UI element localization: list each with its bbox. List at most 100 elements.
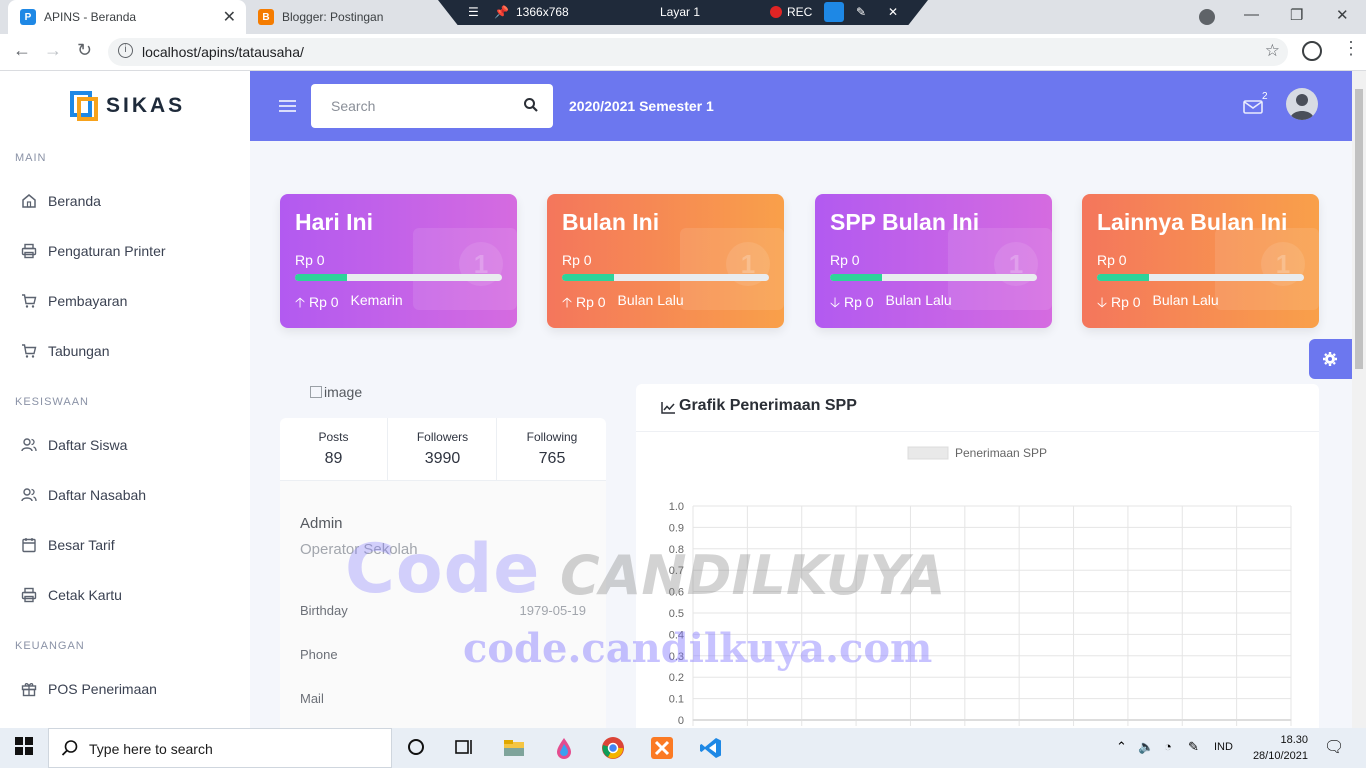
task-view-icon[interactable]: [453, 736, 477, 760]
tab-apins[interactable]: P APINS - Beranda ✕: [8, 0, 246, 34]
system-clock[interactable]: 18.30 28/10/2021: [1248, 732, 1308, 764]
section-label-keuangan: KEUANGAN: [15, 640, 85, 652]
stat-card-hari-ini: 1 Hari Ini Rp 0 🡡 Rp 0 Kemarin: [280, 194, 517, 328]
apins-favicon: P: [20, 9, 36, 25]
settings-floating-button[interactable]: [1309, 339, 1352, 379]
section-label-kesiswaan: KESISWAAN: [15, 396, 89, 408]
hamburger-menu-icon[interactable]: [279, 100, 296, 112]
wifi-icon[interactable]: ◔: [1164, 739, 1172, 754]
profile-name: Admin: [300, 515, 343, 532]
close-tab-icon[interactable]: ✕: [223, 7, 236, 27]
taskbar-search-box[interactable]: Type here to search: [48, 728, 392, 768]
sidebar-item-label: Beranda: [48, 193, 101, 209]
printer-icon: [19, 587, 39, 603]
sidebar-item-pembayaran[interactable]: Pembayaran: [0, 281, 250, 321]
windows-start-icon[interactable]: [14, 736, 38, 760]
recorder-layer[interactable]: Layar 1: [660, 5, 700, 19]
progress-fill: [295, 274, 347, 281]
card-delta: Rp 0: [1110, 294, 1141, 310]
progress-bar: [1097, 274, 1304, 281]
card-period: Bulan Lalu: [1152, 292, 1219, 308]
taskbar-search-placeholder: Type here to search: [89, 741, 213, 757]
users-icon: [19, 487, 39, 503]
field-label-mail: Mail: [300, 691, 324, 706]
progress-bar: [295, 274, 502, 281]
recorder-settings-icon[interactable]: [824, 2, 844, 22]
profile-menu-icon[interactable]: [1199, 9, 1215, 25]
file-explorer-icon[interactable]: [502, 736, 526, 760]
legend-label: Penerimaan SPP: [955, 446, 1047, 460]
card-title: Lainnya Bulan Ini: [1097, 209, 1288, 235]
restore-icon[interactable]: ❐: [1290, 6, 1303, 24]
record-button[interactable]: REC: [787, 5, 812, 19]
browser-menu-icon[interactable]: ⋮: [1342, 38, 1360, 59]
profile-stat-followers: Followers 3990: [389, 418, 497, 480]
search-box: [311, 84, 553, 128]
data-point: [1018, 719, 1020, 721]
menu-icon[interactable]: ☰: [468, 5, 479, 19]
page-scrollbar[interactable]: [1352, 71, 1366, 728]
stat-card-bulan-ini: 1 Bulan Ini Rp 0 🡡 Rp 0 Bulan Lalu: [547, 194, 784, 328]
sidebar-item-daftar-nasabah[interactable]: Daftar Nasabah: [0, 475, 250, 515]
search-input[interactable]: [311, 84, 511, 128]
screen-recorder-toolbar: ☰ 📌 1366x768 Layar 1 REC ✎ ✕: [438, 0, 928, 25]
close-window-icon[interactable]: ✕: [1336, 6, 1349, 24]
address-bar[interactable]: i localhost/apins/tatausaha/ ☆: [108, 38, 1288, 66]
bookmark-star-icon[interactable]: ☆: [1265, 41, 1280, 61]
notification-icon[interactable]: 🗨: [1324, 737, 1344, 757]
sidebar-item-label: Pembayaran: [48, 293, 128, 309]
tray-expand-icon[interactable]: ⌃: [1116, 739, 1127, 755]
url-text[interactable]: localhost/apins/tatausaha/: [142, 44, 304, 60]
sidebar-item-cetak-kartu[interactable]: Cetak Kartu: [0, 575, 250, 615]
forward-icon[interactable]: →: [44, 40, 62, 61]
sidebar-item-pengaturan-printer[interactable]: Pengaturan Printer: [0, 231, 250, 271]
printer-icon: [19, 243, 39, 259]
sidebar-item-label: Pengaturan Printer: [48, 243, 166, 259]
vscode-icon[interactable]: [699, 736, 723, 760]
site-info-icon[interactable]: i: [118, 43, 133, 58]
card-amount: Rp 0: [295, 252, 325, 268]
card-footer: 🡣 Rp 0 Bulan Lalu: [1097, 292, 1219, 316]
cortana-icon[interactable]: [405, 736, 429, 760]
back-icon[interactable]: ←: [13, 40, 31, 61]
sikas-logo-icon: [70, 91, 98, 121]
mail-icon[interactable]: [1243, 99, 1263, 120]
progress-bar: [830, 274, 1037, 281]
sidebar-item-tabungan[interactable]: Tabungan: [0, 331, 250, 371]
cart-icon: [19, 343, 39, 359]
sidebar-item-label: Daftar Nasabah: [48, 487, 147, 503]
sidebar-item-daftar-siswa[interactable]: Daftar Siswa: [0, 425, 250, 465]
sidebar-item-label: POS Penerimaan: [48, 681, 157, 697]
y-tick-label: 0: [678, 715, 684, 727]
tab-blogger[interactable]: B Blogger: Postingan: [246, 0, 446, 34]
paint-app-icon[interactable]: [552, 736, 576, 760]
broken-image-icon: [310, 386, 322, 398]
xampp-icon[interactable]: [650, 736, 674, 760]
data-point: [1181, 719, 1183, 721]
volume-icon[interactable]: 🔈: [1138, 739, 1154, 755]
card-delta: Rp 0: [575, 294, 606, 310]
brand-logo[interactable]: SIKAS: [70, 91, 185, 121]
pin-icon[interactable]: 📌: [494, 5, 509, 19]
close-recorder-icon[interactable]: ✕: [888, 5, 898, 19]
search-icon[interactable]: [523, 97, 539, 118]
profile-stat-posts: Posts 89: [280, 418, 388, 480]
chrome-icon[interactable]: [601, 736, 625, 760]
watermark-url: code.candilkuya.com: [463, 625, 933, 672]
sidebar-item-pos-penerimaan[interactable]: POS Penerimaan: [0, 669, 250, 709]
clock-time: 18.30: [1280, 734, 1308, 746]
profile-image: image: [310, 384, 362, 400]
scrollbar-thumb[interactable]: [1355, 89, 1363, 369]
language-indicator[interactable]: IND: [1214, 741, 1233, 753]
mail-count-badge: 2: [1262, 91, 1268, 102]
reload-icon[interactable]: ↻: [77, 40, 92, 61]
sidebar-item-beranda[interactable]: Beranda: [0, 181, 250, 221]
minimize-icon[interactable]: —: [1244, 6, 1259, 23]
extension-icon[interactable]: [1302, 41, 1322, 61]
pen-workspace-icon[interactable]: ✎: [1188, 739, 1199, 755]
sidebar-item-besar-tarif[interactable]: Besar Tarif: [0, 525, 250, 565]
avatar[interactable]: [1286, 88, 1318, 120]
pen-icon[interactable]: ✎: [856, 5, 866, 19]
y-tick-label: 0.2: [669, 672, 684, 684]
card-period: Bulan Lalu: [617, 292, 684, 308]
